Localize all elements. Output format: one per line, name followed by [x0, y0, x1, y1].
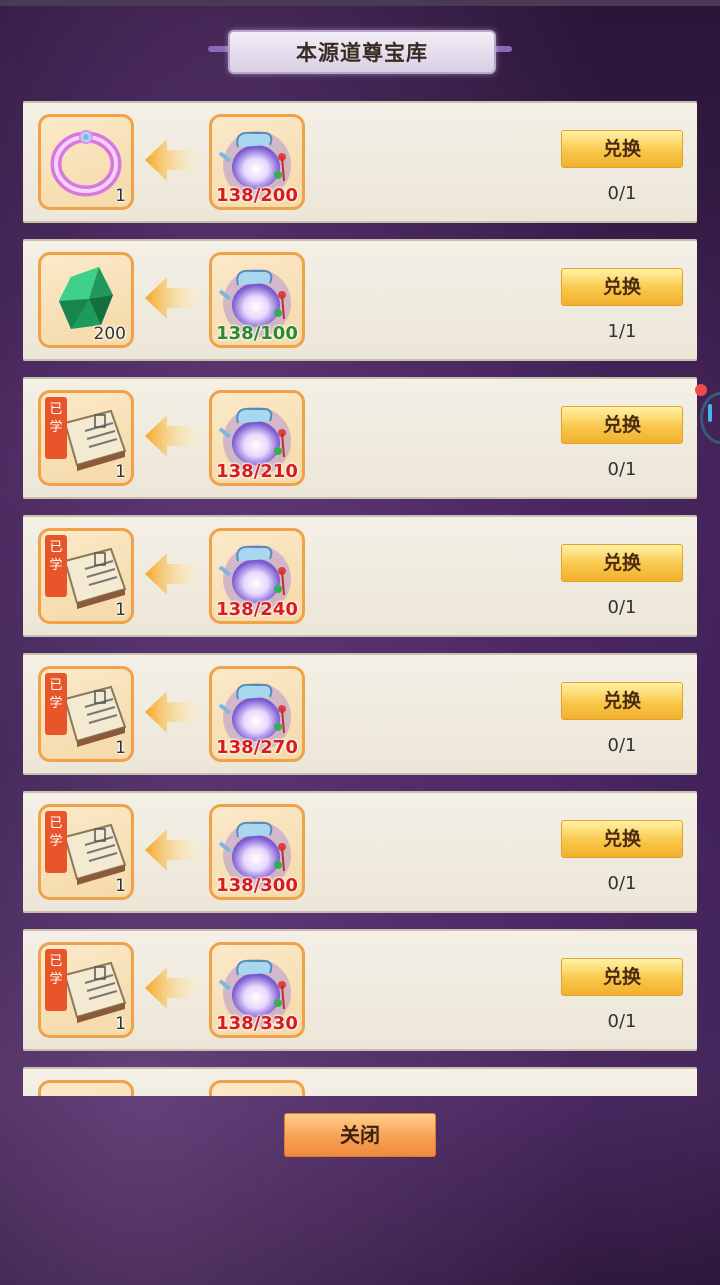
exchange-button[interactable]: 兑换	[561, 958, 683, 996]
exchange-progress: 0/1	[607, 1011, 637, 1032]
arrow-left-icon	[143, 273, 199, 323]
reward-quantity: 1	[115, 186, 126, 206]
learned-tag: 已学	[45, 949, 67, 1011]
exchange-progress: 0/1	[607, 735, 637, 756]
cost-item-slot[interactable]: 138/270	[209, 666, 305, 762]
arrow-left-icon	[143, 549, 199, 599]
learned-tag: 已学	[45, 811, 67, 873]
arrow-left-icon	[143, 963, 199, 1013]
reward-item-slot[interactable]: 1	[38, 114, 134, 210]
exchange-button[interactable]: 兑换	[561, 544, 683, 582]
cost-count: 138/270	[216, 737, 298, 758]
top-strip	[0, 0, 720, 6]
exchange-row: 1 138/200 兑换 0/1	[23, 101, 697, 223]
arrow-left-icon	[143, 687, 199, 737]
exchange-row-partial	[23, 1067, 697, 1096]
cost-count: 138/200	[216, 185, 298, 206]
learned-tag: 已学	[45, 673, 67, 735]
exchange-row: 已学 1 138/240 兑换 0/1	[23, 515, 697, 637]
reward-quantity: 1	[115, 738, 126, 758]
arrow-left-icon	[143, 135, 199, 185]
side-menu-mark	[708, 404, 712, 422]
title-banner: 本源道尊宝库	[228, 30, 496, 74]
exchange-list[interactable]: 1 138/200 兑换 0/1 200 138/100 兑换 1/1 已学 1	[23, 101, 697, 1096]
cost-item-slot[interactable]: 138/210	[209, 390, 305, 486]
exchange-row: 200 138/100 兑换 1/1	[23, 239, 697, 361]
arrow-left-icon	[143, 411, 199, 461]
learned-tag: 已学	[45, 535, 67, 597]
exchange-button[interactable]: 兑换	[561, 130, 683, 168]
cost-count: 138/240	[216, 599, 298, 620]
exchange-row: 已学 1 138/270 兑换 0/1	[23, 653, 697, 775]
exchange-button[interactable]: 兑换	[561, 268, 683, 306]
cost-item-slot[interactable]: 138/100	[209, 252, 305, 348]
cost-item-slot[interactable]: 138/330	[209, 942, 305, 1038]
reward-item-slot[interactable]: 已学 1	[38, 942, 134, 1038]
exchange-progress: 0/1	[607, 459, 637, 480]
learned-tag: 已学	[45, 397, 67, 459]
reward-quantity: 1	[115, 876, 126, 896]
page-title: 本源道尊宝库	[296, 41, 428, 65]
exchange-progress: 0/1	[607, 873, 637, 894]
exchange-progress: 1/1	[607, 321, 637, 342]
reward-item-slot[interactable]: 已学 1	[38, 528, 134, 624]
exchange-progress: 0/1	[607, 597, 637, 618]
reward-quantity: 1	[115, 462, 126, 482]
exchange-button[interactable]: 兑换	[561, 682, 683, 720]
exchange-button[interactable]: 兑换	[561, 406, 683, 444]
exchange-row: 已学 1 138/210 兑换 0/1	[23, 377, 697, 499]
arrow-left-icon	[143, 825, 199, 875]
cost-item-slot[interactable]: 138/300	[209, 804, 305, 900]
cost-count: 138/330	[216, 1013, 298, 1034]
cost-item-slot[interactable]: 138/200	[209, 114, 305, 210]
close-button[interactable]: 关闭	[284, 1113, 436, 1157]
exchange-row: 已学 1 138/330 兑换 0/1	[23, 929, 697, 1051]
reward-item-slot[interactable]: 已学 1	[38, 666, 134, 762]
reward-quantity: 200	[93, 324, 126, 344]
cost-count: 138/100	[216, 323, 298, 344]
exchange-button[interactable]: 兑换	[561, 820, 683, 858]
reward-quantity: 1	[115, 600, 126, 620]
reward-quantity: 1	[115, 1014, 126, 1034]
reward-item-slot[interactable]: 已学 1	[38, 390, 134, 486]
reward-item-slot[interactable]	[38, 1080, 134, 1096]
cost-count: 138/300	[216, 875, 298, 896]
exchange-row: 已学 1 138/300 兑换 0/1	[23, 791, 697, 913]
notification-dot	[695, 384, 707, 396]
exchange-progress: 0/1	[607, 183, 637, 204]
reward-item-slot[interactable]: 200	[38, 252, 134, 348]
cost-count: 138/210	[216, 461, 298, 482]
cost-item-slot[interactable]	[209, 1080, 305, 1096]
cost-item-slot[interactable]: 138/240	[209, 528, 305, 624]
reward-item-slot[interactable]: 已学 1	[38, 804, 134, 900]
